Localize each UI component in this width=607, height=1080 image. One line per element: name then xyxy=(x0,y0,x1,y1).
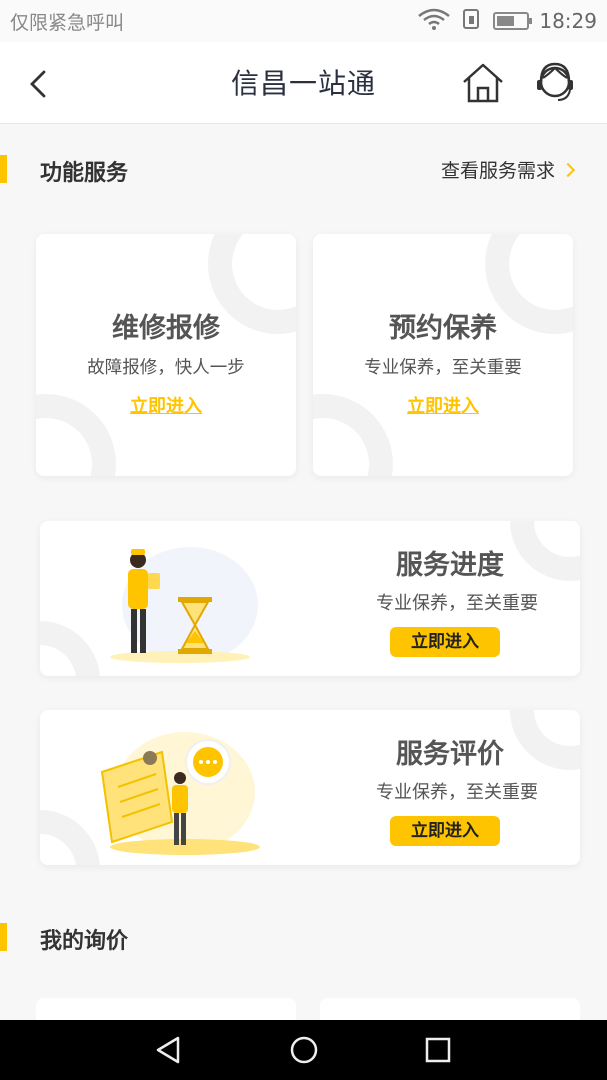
status-bar: 仅限紧急呼叫 18:29 xyxy=(0,0,607,42)
service-review-subtitle: 专业保养，至关重要 xyxy=(376,782,538,803)
page-title: 信昌一站通 xyxy=(230,67,376,100)
wifi-icon xyxy=(417,7,451,36)
maintenance-card[interactable]: 预约保养 专业保养，至关重要 立即进入 xyxy=(313,234,573,476)
repair-enter-link[interactable]: 立即进入 xyxy=(36,392,296,418)
service-progress-title: 服务进度 xyxy=(396,550,504,581)
view-service-requests-label: 查看服务需求 xyxy=(440,160,555,182)
battery-icon xyxy=(493,12,533,30)
inquiry-section-title: 我的询价 xyxy=(40,929,129,954)
function-section-title: 功能服务 xyxy=(40,161,129,186)
clock-time: 18:29 xyxy=(539,9,597,33)
nav-back-icon[interactable] xyxy=(152,1034,184,1066)
header: 信昌一站通 xyxy=(0,42,607,124)
maintenance-enter-link[interactable]: 立即进入 xyxy=(313,392,573,418)
repair-card[interactable]: 维修报修 故障报修，快人一步 立即进入 xyxy=(36,234,296,476)
customer-service-icon xyxy=(537,62,573,101)
service-progress-card[interactable]: 服务进度 专业保养，至关重要 立即进入 xyxy=(40,521,580,676)
customer-service-button[interactable] xyxy=(532,60,578,106)
service-review-card[interactable]: 服务评价 专业保养，至关重要 立即进入 xyxy=(40,710,580,865)
view-service-requests-link[interactable]: 查看服务需求 xyxy=(440,156,576,183)
section-accent-bar xyxy=(0,155,7,183)
status-text: 仅限紧急呼叫 xyxy=(10,12,125,34)
repair-card-subtitle: 故障报修，快人一步 xyxy=(87,358,245,378)
chevron-right-icon xyxy=(560,162,576,178)
repair-card-title: 维修报修 xyxy=(112,313,220,344)
home-button[interactable] xyxy=(460,60,506,106)
section-accent-bar xyxy=(0,923,7,951)
review-illustration xyxy=(100,732,260,855)
service-review-title: 服务评价 xyxy=(396,739,504,770)
progress-illustration xyxy=(110,547,258,663)
sim-icon xyxy=(461,8,483,35)
service-progress-subtitle: 专业保养，至关重要 xyxy=(376,593,538,614)
maintenance-card-title: 预约保养 xyxy=(389,313,497,344)
status-icons: 18:29 xyxy=(417,6,597,36)
system-navigation-bar xyxy=(0,1020,607,1080)
service-review-enter-button[interactable]: 立即进入 xyxy=(390,816,500,846)
decorative-ring xyxy=(510,521,580,581)
decorative-ring xyxy=(510,710,580,770)
service-progress-enter-button[interactable]: 立即进入 xyxy=(390,627,500,657)
maintenance-card-subtitle: 专业保养，至关重要 xyxy=(364,358,522,378)
nav-recents-icon[interactable] xyxy=(422,1034,454,1066)
nav-home-icon[interactable] xyxy=(288,1034,320,1066)
home-icon xyxy=(463,63,503,103)
